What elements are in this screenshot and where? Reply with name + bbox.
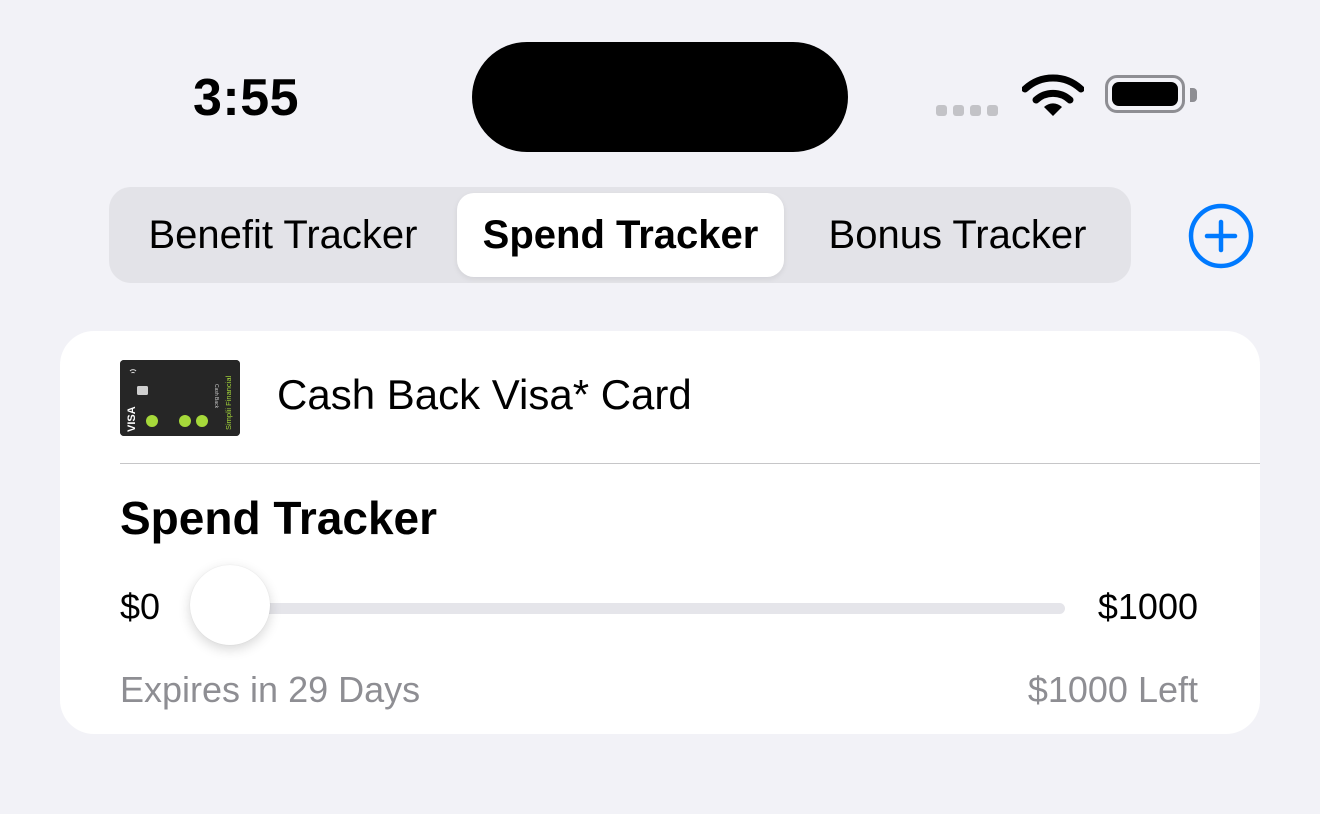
add-button[interactable] xyxy=(1188,203,1254,269)
tab-benefit-tracker[interactable]: Benefit Tracker xyxy=(115,193,451,277)
cellular-signal-icon xyxy=(936,105,998,116)
tab-bonus-tracker[interactable]: Bonus Tracker xyxy=(790,193,1125,277)
divider xyxy=(120,463,1260,464)
credit-card-thumbnail: VISA Cash Back Simplii Financial xyxy=(120,360,240,436)
slider-max-label: $1000 xyxy=(1097,586,1198,627)
status-time: 3:55 xyxy=(193,69,300,127)
card-product-text: Cash Back xyxy=(213,384,219,409)
wifi-icon xyxy=(1022,74,1084,116)
battery-icon xyxy=(1105,75,1185,113)
tab-label: Bonus Tracker xyxy=(828,212,1087,257)
tracker-segmented-control: Benefit Tracker Spend Tracker Bonus Trac… xyxy=(109,187,1131,283)
card-dot xyxy=(179,415,191,427)
card-dot xyxy=(196,415,208,427)
spend-slider-thumb[interactable] xyxy=(190,565,270,645)
section-title: Spend Tracker xyxy=(120,492,438,544)
battery-cap xyxy=(1190,88,1197,102)
card-name: Cash Back Visa* Card xyxy=(277,371,692,418)
expires-text: Expires in 29 Days xyxy=(120,669,421,710)
dynamic-island xyxy=(472,42,848,152)
plus-circle-icon xyxy=(1188,203,1254,269)
remaining-text: $1000 Left xyxy=(1027,669,1198,710)
chip-icon xyxy=(137,386,148,395)
card-issuer-text: Simplii Financial xyxy=(224,375,233,430)
card-brand-text: VISA xyxy=(126,406,138,432)
card-dot xyxy=(146,415,158,427)
tab-spend-tracker[interactable]: Spend Tracker xyxy=(457,193,784,277)
slider-min-label: $0 xyxy=(120,586,161,627)
tab-label: Spend Tracker xyxy=(482,212,759,257)
tab-label: Benefit Tracker xyxy=(148,212,418,257)
card-tracker-panel: VISA Cash Back Simplii Financial Cash Ba… xyxy=(60,331,1260,734)
spend-slider-track[interactable] xyxy=(225,603,1065,614)
